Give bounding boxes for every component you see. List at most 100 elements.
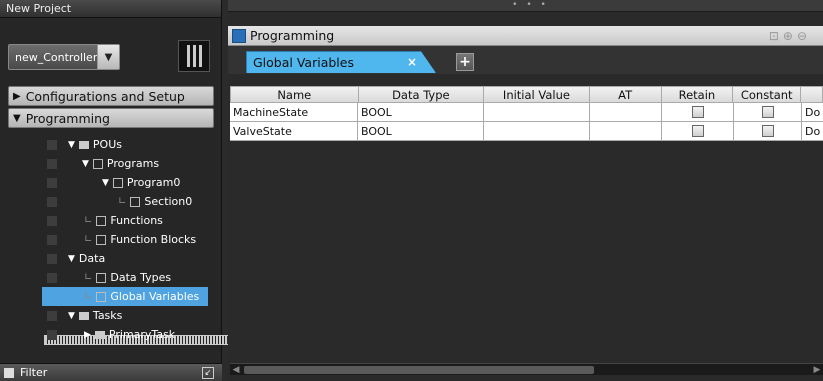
cell-constant bbox=[734, 103, 802, 121]
triangle-down-icon: ▼ bbox=[68, 139, 75, 150]
header-at[interactable]: AT bbox=[590, 87, 662, 102]
tree-item-label: Programs bbox=[106, 157, 160, 170]
cell-name[interactable]: MachineState bbox=[230, 103, 358, 121]
tree-item-data[interactable]: ▼ Data bbox=[42, 249, 637, 345]
folder-icon bbox=[94, 330, 105, 339]
tasks-icon bbox=[78, 311, 89, 320]
cell-at[interactable] bbox=[590, 103, 662, 121]
header-initial-value[interactable]: Initial Value bbox=[484, 87, 590, 102]
cell-doc[interactable]: Do bbox=[802, 103, 823, 121]
controller-icon bbox=[178, 40, 210, 72]
data-types-icon bbox=[96, 272, 107, 283]
triangle-down-icon: ▼ bbox=[68, 253, 75, 264]
panel-title: New Project bbox=[0, 0, 221, 18]
chevron-down-icon[interactable]: ▼ bbox=[97, 45, 119, 69]
horizontal-scrollbar[interactable]: ◀ ▶ bbox=[230, 363, 823, 375]
constant-checkbox[interactable] bbox=[761, 125, 774, 137]
tree-item-label: Tasks bbox=[92, 309, 123, 322]
tree-item-label: POUs bbox=[92, 138, 122, 151]
tree-item-label: Data bbox=[78, 252, 106, 265]
table-row[interactable]: MachineState BOOL Do bbox=[230, 103, 823, 122]
section-label: Configurations and Setup bbox=[25, 88, 185, 104]
cell-initial-value[interactable] bbox=[484, 122, 590, 140]
cell-at[interactable] bbox=[590, 122, 662, 140]
tree-item-function-blocks[interactable]: ∟ Function Blocks bbox=[42, 230, 208, 249]
tree-item-label: Section0 bbox=[144, 195, 193, 208]
tree-item-global-variables[interactable]: ∟ Global Variables bbox=[42, 287, 208, 306]
cell-data-type[interactable]: BOOL bbox=[358, 103, 484, 121]
cell-data-type[interactable]: BOOL bbox=[358, 122, 484, 140]
constant-checkbox[interactable] bbox=[761, 106, 774, 118]
tree-connector: ∟ bbox=[84, 291, 93, 302]
tab-global-variables[interactable]: Global Variables × bbox=[246, 51, 436, 73]
tree-item-data-types[interactable]: ∟ Data Types bbox=[42, 268, 208, 287]
table-row[interactable]: ValveState BOOL Do bbox=[230, 122, 823, 141]
drag-handle[interactable]: • • • bbox=[493, 0, 568, 12]
section-label: Programming bbox=[25, 110, 110, 126]
global-variables-icon bbox=[96, 291, 107, 302]
controller-name: new_Controller_0 bbox=[15, 50, 97, 64]
programming-icon bbox=[232, 28, 246, 43]
cell-doc[interactable]: Do bbox=[802, 122, 823, 140]
add-tab-button[interactable]: + bbox=[456, 53, 474, 71]
tab-row: Global Variables × + bbox=[228, 46, 823, 74]
tree-item-label: PrimaryTask bbox=[108, 328, 176, 341]
table-header: Name Data Type Initial Value AT Retain C… bbox=[230, 86, 823, 103]
section-programming[interactable]: ▼ Programming bbox=[8, 108, 214, 128]
cell-retain bbox=[662, 122, 734, 140]
retain-checkbox[interactable] bbox=[691, 125, 704, 137]
tree-item-primary-task[interactable]: ▶ PrimaryTask bbox=[42, 325, 208, 344]
tree-item-tasks[interactable]: ▼ Tasks bbox=[42, 306, 208, 325]
header-data-type[interactable]: Data Type bbox=[359, 87, 485, 102]
tree-item-programs[interactable]: ▼ Programs bbox=[42, 154, 208, 173]
cell-name[interactable]: ValveState bbox=[230, 122, 358, 140]
cell-retain bbox=[662, 103, 734, 121]
triangle-down-icon: ▼ bbox=[68, 310, 75, 321]
tree-item-section0[interactable]: ∟ Section0 bbox=[42, 192, 208, 211]
tree-connector: ∟ bbox=[84, 234, 93, 245]
header-retain[interactable]: Retain bbox=[662, 87, 734, 102]
document-icon bbox=[78, 140, 89, 149]
programming-title: Programming bbox=[250, 28, 335, 43]
variables-table: Name Data Type Initial Value AT Retain C… bbox=[230, 86, 823, 141]
tree-connector: ∟ bbox=[84, 272, 93, 283]
tree-item-label: Function Blocks bbox=[110, 233, 197, 246]
retain-checkbox[interactable] bbox=[691, 106, 704, 118]
controller-dropdown[interactable]: new_Controller_0 ▼ bbox=[8, 44, 120, 70]
scroll-left-icon[interactable]: ◀ bbox=[230, 364, 242, 376]
zoom-icons[interactable]: ⊡⊕⊖ bbox=[769, 29, 811, 43]
scroll-thumb[interactable] bbox=[244, 366, 594, 374]
header-name[interactable]: Name bbox=[231, 87, 359, 102]
function-block-icon bbox=[96, 234, 107, 245]
filter-bar[interactable]: Filter ↙ bbox=[0, 363, 222, 381]
ladder-section-icon bbox=[130, 196, 141, 207]
triangle-right-icon: ▶ bbox=[84, 329, 91, 340]
filter-icon bbox=[4, 367, 14, 378]
pin-icon[interactable]: ↙ bbox=[202, 366, 214, 379]
program-icon bbox=[112, 177, 123, 188]
tree-item-label: Program0 bbox=[126, 176, 181, 189]
programming-title-bar: Programming ⊡⊕⊖ bbox=[228, 26, 823, 46]
section-configurations[interactable]: ▶ Configurations and Setup bbox=[8, 86, 214, 106]
tree-item-functions[interactable]: ∟ Functions bbox=[42, 211, 208, 230]
editor-area: • • • Programming ⊡⊕⊖ Global Variables ×… bbox=[228, 0, 823, 381]
controller-selector[interactable]: new_Controller_0 ▼ bbox=[8, 44, 120, 70]
tree-item-label: Data Types bbox=[110, 271, 172, 284]
header-doc[interactable] bbox=[801, 87, 822, 102]
tree-item-program0[interactable]: ▼ Program0 bbox=[42, 173, 208, 192]
cell-initial-value[interactable] bbox=[484, 103, 590, 121]
triangle-down-icon: ▼ bbox=[102, 177, 109, 188]
triangle-down-icon: ▼ bbox=[13, 112, 21, 124]
header-constant[interactable]: Constant bbox=[733, 87, 802, 102]
cell-constant bbox=[734, 122, 802, 140]
tree-item-label: Functions bbox=[110, 214, 163, 227]
tree-item-pous[interactable]: ▼ POUs bbox=[42, 135, 208, 154]
function-icon bbox=[96, 215, 107, 226]
close-icon[interactable]: × bbox=[407, 52, 417, 72]
tree-connector: ∟ bbox=[118, 196, 127, 207]
programs-icon bbox=[92, 158, 103, 169]
tree-item-label: Global Variables bbox=[110, 290, 200, 303]
tree-connector: ∟ bbox=[84, 215, 93, 226]
scroll-right-icon[interactable]: ▶ bbox=[811, 364, 823, 376]
triangle-down-icon: ▼ bbox=[82, 158, 89, 169]
